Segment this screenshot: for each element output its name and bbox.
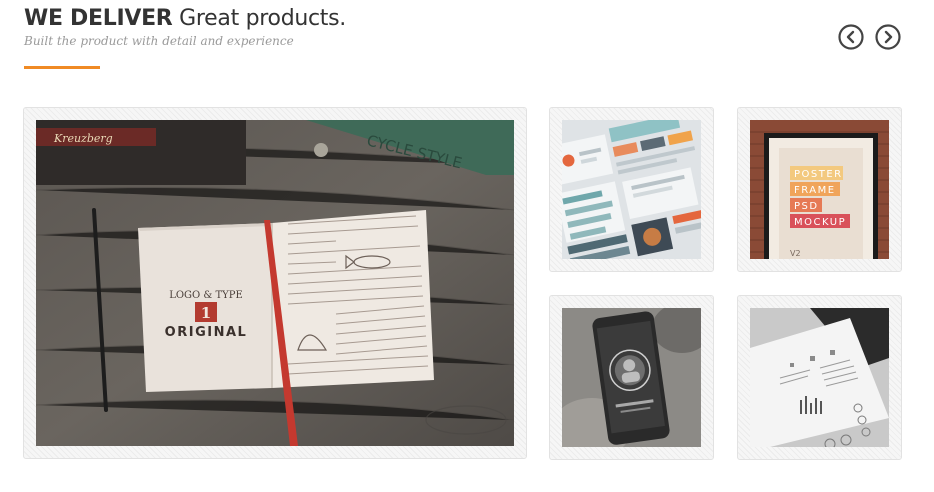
portfolio-item-ui-kit[interactable] — [549, 107, 714, 272]
accent-rule — [24, 66, 100, 69]
page-title: WE DELIVER Great products. — [24, 6, 346, 31]
poster-line-3: PSD — [794, 201, 819, 212]
poster-line-2: FRAME — [794, 185, 836, 196]
section-header: WE DELIVER Great products. Built the pro… — [24, 6, 346, 48]
portfolio-item-phone[interactable] — [549, 295, 714, 460]
title-light: Great products. — [179, 6, 346, 31]
book-title-2: ORIGINAL — [165, 325, 248, 340]
svg-text:Kreuzberg: Kreuzberg — [53, 132, 113, 145]
chevron-right-circle-icon — [875, 24, 901, 50]
portfolio-item-poster[interactable]: POSTER FRAME PSD MOCKUP V2 — [737, 107, 902, 272]
resume-image — [750, 308, 889, 447]
chevron-left-circle-icon — [838, 24, 864, 50]
ui-kit-image — [562, 120, 701, 259]
page-subtitle: Built the product with detail and experi… — [24, 34, 294, 48]
poster-line-1: POSTER — [794, 169, 843, 180]
poster-image: POSTER FRAME PSD MOCKUP V2 — [750, 120, 889, 259]
poster-version: V2 — [790, 249, 801, 258]
next-button[interactable] — [875, 24, 901, 50]
portfolio-item-featured[interactable]: Kreuzberg CYCLE STYLE LOGO & TYPE 1 ORIG… — [23, 107, 527, 459]
prev-button[interactable] — [838, 24, 864, 50]
portfolio-item-resume[interactable] — [737, 295, 902, 460]
featured-image: Kreuzberg CYCLE STYLE LOGO & TYPE 1 ORIG… — [36, 120, 514, 446]
book-numeral: 1 — [201, 304, 211, 322]
title-bold: WE DELIVER — [24, 6, 173, 31]
book-title-1: LOGO & TYPE — [169, 290, 243, 301]
poster-line-4: MOCKUP — [794, 217, 846, 228]
phone-image — [562, 308, 701, 447]
